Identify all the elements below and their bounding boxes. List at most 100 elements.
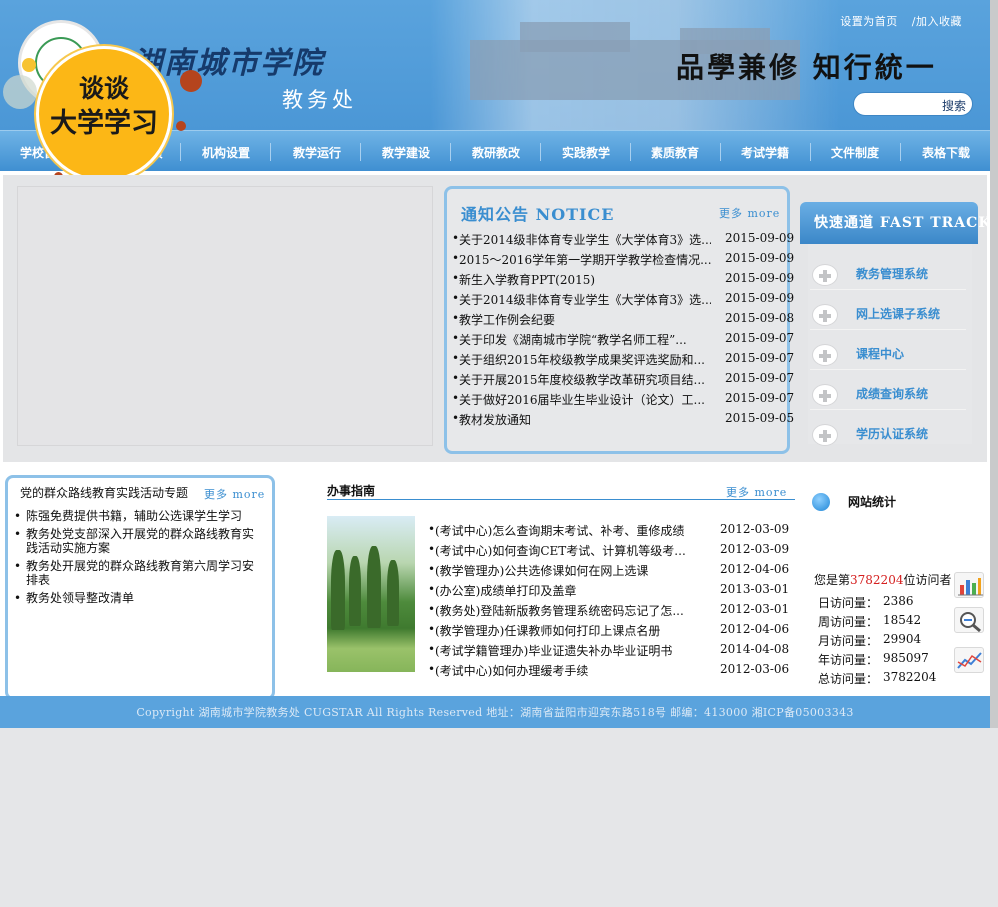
badge-line-1: 谈谈 — [78, 74, 129, 103]
nav-item-teaching-operation[interactable]: 教学运行 — [293, 144, 341, 161]
line-chart-icon[interactable] — [954, 647, 984, 673]
guide-item[interactable]: • (考试中心)如何查询CET考试、计算机等级考... 2012-03-09 — [428, 542, 800, 560]
notice-item-date: 2015-09-07 — [725, 351, 795, 365]
notice-item[interactable]: • 关于2014级非体育专业学生《大学体育3》选... 2015-09-09 — [452, 291, 805, 309]
search-box: 搜索 — [853, 92, 973, 116]
notice-item-date: 2015-09-09 — [725, 271, 795, 285]
notice-item-title[interactable]: 教学工作例会纪要 — [459, 311, 711, 328]
guide-item-title[interactable]: (考试中心)如何查询CET考试、计算机等级考... — [435, 542, 685, 559]
bar-chart-icon[interactable] — [954, 572, 984, 598]
notice-item-title[interactable]: 关于组织2015年校级教学成果奖评选奖励和... — [459, 351, 711, 368]
stat-row-monthly: 月访问量： 29904 — [818, 632, 922, 648]
stats-globe-icon — [812, 493, 830, 511]
nav-item-form-downloads[interactable]: 表格下载 — [922, 144, 970, 161]
notice-panel: 通知公告 NOTICE 更多 more • 关于2014级非体育专业学生《大学体育… — [444, 186, 794, 454]
page: 设置为首页/加入收藏 湖南城市学院 教务处 品學兼修 知行統一 搜索 学校首页 … — [0, 0, 998, 907]
notice-item-title[interactable]: 关于开展2015年度校级教学改革研究项目结... — [459, 371, 711, 388]
magnifier-icon[interactable] — [954, 607, 984, 633]
notice-item-title[interactable]: 教材发放通知 — [459, 411, 711, 428]
guide-item[interactable]: • (教务处)登陆新版教务管理系统密码忘记了怎... 2012-03-01 — [428, 602, 800, 620]
service-guide-panel: 办事指南 更多 more • (考试中心)怎么查询期末考试、补考、重修成绩 2012… — [327, 478, 795, 688]
footer-copyright: Copyright 湖南城市学院教务处 CUGSTAR All Rights R… — [136, 706, 854, 719]
notice-item[interactable]: • 2015～2016学年第一学期开学教学检查情况... 2015-09-09 — [452, 251, 805, 269]
notice-item-title[interactable]: 关于印发《湖南城市学院“教学名师工程”... — [459, 331, 711, 348]
nav-item-quality-education[interactable]: 素质教育 — [651, 144, 699, 161]
image-slider[interactable] — [17, 186, 433, 446]
notice-item[interactable]: • 新生入学教育PPT(2015) 2015-09-09 — [452, 271, 805, 289]
set-homepage-link[interactable]: 设置为首页 — [840, 15, 898, 28]
party-item[interactable]: 教务处开展党的群众路线教育第六周学习安排表 — [14, 559, 262, 587]
notice-item-date: 2015-09-09 — [725, 291, 795, 305]
guide-item[interactable]: • (考试中心)怎么查询期末考试、补考、重修成绩 2012-03-09 — [428, 522, 800, 540]
notice-item-date: 2015-09-05 — [725, 411, 795, 425]
notice-item[interactable]: • 教学工作例会纪要 2015-09-08 — [452, 311, 805, 329]
notice-item-title[interactable]: 关于2014级非体育专业学生《大学体育3》选... — [459, 291, 711, 308]
nav-item-teaching-research[interactable]: 教研教改 — [472, 144, 520, 161]
notice-item[interactable]: • 关于开展2015年度校级教学改革研究项目结... 2015-09-07 — [452, 371, 805, 389]
guide-item[interactable]: • (考试中心)如何办理缓考手续 2012-03-06 — [428, 662, 800, 680]
fast-link-grade-query[interactable]: 成绩查询系统 — [810, 376, 966, 410]
fast-link-degree-verification[interactable]: 学历认证系统 — [810, 416, 966, 450]
guide-item-title[interactable]: (考试中心)如何办理缓考手续 — [435, 662, 685, 679]
party-item[interactable]: 陈强免费提供书籍，辅助公选课学生学习 — [14, 509, 262, 523]
school-motto: 品學兼修 知行統一 — [676, 51, 937, 84]
nav-item-teaching-construction[interactable]: 教学建设 — [382, 144, 430, 161]
guide-item-title[interactable]: (教学管理办)任课教师如何打印上课点名册 — [435, 622, 685, 639]
notice-more-link[interactable]: 更多 more — [719, 205, 780, 221]
nav-item-documents[interactable]: 文件制度 — [831, 144, 879, 161]
guide-more-link[interactable]: 更多 more — [726, 484, 787, 500]
guide-item-title[interactable]: (考试中心)怎么查询期末考试、补考、重修成绩 — [435, 522, 685, 539]
notice-item-date: 2015-09-09 — [725, 231, 795, 245]
fast-track-title: 快速通道 FAST TRACK — [814, 215, 990, 231]
stat-row-total: 总访问量： 3782204 — [818, 670, 937, 686]
nav-item-practice-teaching[interactable]: 实践教学 — [562, 144, 610, 161]
study-talk-badge[interactable]: 谈谈 大学学习 — [36, 46, 172, 182]
notice-item[interactable]: • 关于印发《湖南城市学院“教学名师工程”... 2015-09-07 — [452, 331, 805, 349]
visitor-number: 3782204 — [850, 573, 904, 587]
stats-title: 网站统计 — [848, 495, 897, 509]
plus-icon — [812, 264, 838, 286]
notice-item[interactable]: • 关于做好2016届毕业生毕业设计（论文）工... 2015-09-07 — [452, 391, 805, 409]
stat-row-yearly: 年访问量： 985097 — [818, 651, 929, 667]
party-topic-title: 党的群众路线教育实践活动专题 — [20, 486, 189, 500]
notice-title: 通知公告 NOTICE — [461, 205, 615, 224]
guide-item-title[interactable]: (办公室)成绩单打印及盖章 — [435, 582, 685, 599]
notice-item[interactable]: • 教材发放通知 2015-09-05 — [452, 411, 805, 429]
guide-item-title[interactable]: (考试学籍管理办)毕业证遗失补办毕业证明书 — [435, 642, 685, 659]
badge-line-2: 大学学习 — [50, 108, 158, 139]
fast-link-academic-system[interactable]: 教务管理系统 — [810, 256, 966, 290]
search-button[interactable]: 搜索 — [942, 97, 966, 114]
fast-link-course-selection[interactable]: 网上选课子系统 — [810, 296, 966, 330]
party-more-link[interactable]: 更多 more — [204, 486, 265, 502]
fast-link-course-center[interactable]: 课程中心 — [810, 336, 966, 370]
party-item[interactable]: 教务处领导整改清单 — [14, 591, 262, 605]
decor-dot — [176, 121, 186, 131]
notice-item-title[interactable]: 新生入学教育PPT(2015) — [459, 271, 711, 288]
guide-item-title[interactable]: (教学管理办)公共选修课如何在网上选课 — [435, 562, 685, 579]
guide-item[interactable]: • (办公室)成绩单打印及盖章 2013-03-01 — [428, 582, 800, 600]
guide-item[interactable]: • (教学管理办)任课教师如何打印上课点名册 2012-04-06 — [428, 622, 800, 640]
fast-track-header: 快速通道 FAST TRACK — [800, 202, 990, 244]
guide-item-title[interactable]: (教务处)登陆新版教务管理系统密码忘记了怎... — [435, 602, 685, 619]
nav-item-exams-records[interactable]: 考试学籍 — [741, 144, 789, 161]
party-topic-panel: 党的群众路线教育实践活动专题 更多 more 陈强免费提供书籍，辅助公选课学生学… — [5, 475, 275, 700]
add-favorite-link[interactable]: /加入收藏 — [912, 15, 962, 28]
notice-item[interactable]: • 关于2014级非体育专业学生《大学体育3》选... 2015-09-09 — [452, 231, 805, 249]
party-item[interactable]: 教务处党支部深入开展党的群众路线教育实践活动实施方案 — [14, 527, 262, 555]
notice-item-title[interactable]: 关于做好2016届毕业生毕业设计（论文）工... — [459, 391, 711, 408]
nav-item-organization[interactable]: 机构设置 — [202, 144, 250, 161]
site-stats-panel: 网站统计 您是第3782204位访问者 日访问量： 2386 周访问量： 18542… — [808, 485, 990, 695]
search-input[interactable] — [864, 96, 944, 112]
notice-item-date: 2015-09-07 — [725, 331, 795, 345]
guide-item-date: 2012-03-01 — [720, 602, 790, 616]
plus-icon — [812, 304, 838, 326]
guide-item[interactable]: • (考试学籍管理办)毕业证遗失补办毕业证明书 2014-04-08 — [428, 642, 800, 660]
guide-item[interactable]: • (教学管理办)公共选修课如何在网上选课 2012-04-06 — [428, 562, 800, 580]
department-name: 教务处 — [282, 88, 357, 112]
plus-icon — [812, 384, 838, 406]
site-footer: Copyright 湖南城市学院教务处 CUGSTAR All Rights R… — [0, 696, 990, 728]
notice-item-title[interactable]: 关于2014级非体育专业学生《大学体育3》选... — [459, 231, 711, 248]
notice-item-title[interactable]: 2015～2016学年第一学期开学教学检查情况... — [459, 251, 711, 268]
stat-row-daily: 日访问量： 2386 — [818, 594, 914, 610]
notice-item[interactable]: • 关于组织2015年校级教学成果奖评选奖励和... 2015-09-07 — [452, 351, 805, 369]
